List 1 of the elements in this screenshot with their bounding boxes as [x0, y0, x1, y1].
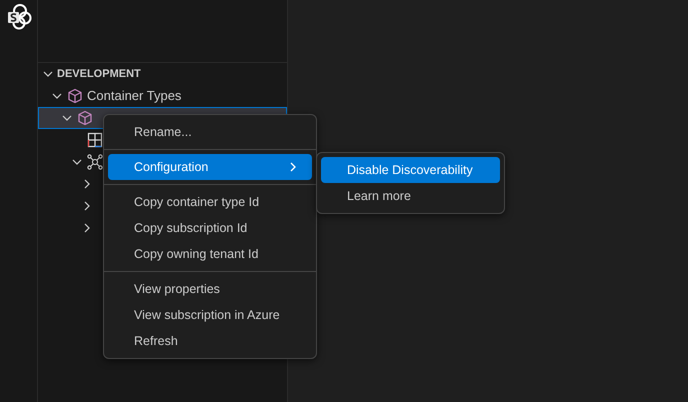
- tree-label: Container Types: [87, 87, 182, 106]
